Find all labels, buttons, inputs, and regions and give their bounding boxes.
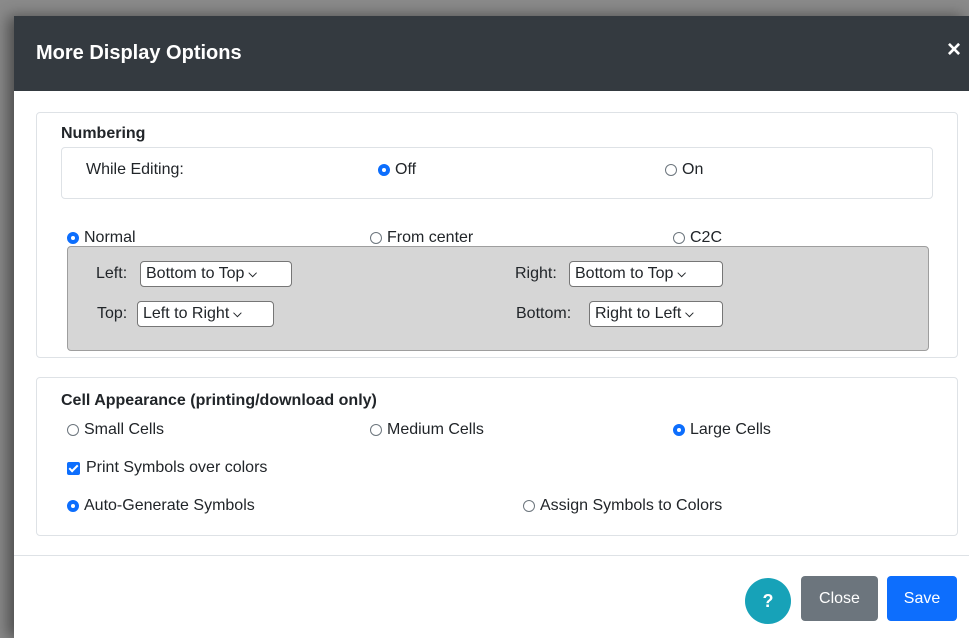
- dialog-header: More Display Options ×: [14, 16, 969, 91]
- right-direction-label: Right:: [515, 265, 557, 282]
- chevron-down-icon: ⌵: [233, 307, 242, 320]
- chevron-down-icon: ⌵: [685, 307, 694, 320]
- numbering-c2c-radio[interactable]: C2C: [673, 229, 722, 247]
- radio-checked-icon: [67, 232, 79, 244]
- print-symbols-label: Print Symbols over colors: [86, 459, 268, 476]
- radio-unchecked-icon: [370, 232, 382, 244]
- left-direction-value: Bottom to Top: [146, 265, 245, 282]
- bottom-direction-value: Right to Left: [595, 305, 682, 322]
- top-direction-label: Top:: [97, 305, 128, 322]
- right-direction-select[interactable]: Bottom to Top ⌵: [569, 261, 723, 287]
- checkbox-checked-icon: [67, 461, 80, 475]
- large-cells-label: Large Cells: [690, 421, 771, 438]
- while-editing-on-radio[interactable]: On: [665, 161, 703, 179]
- auto-generate-symbols-radio[interactable]: Auto-Generate Symbols: [67, 497, 255, 515]
- left-direction-select[interactable]: Bottom to Top ⌵: [140, 261, 292, 287]
- radio-unchecked-icon: [673, 232, 685, 244]
- left-direction-label: Left:: [96, 265, 128, 282]
- dialog-title: More Display Options: [36, 42, 242, 64]
- while-editing-off-radio[interactable]: Off: [378, 161, 416, 179]
- more-display-options-dialog: More Display Options × Numbering While E…: [14, 16, 969, 638]
- numbering-from-center-label: From center: [387, 229, 474, 246]
- numbering-normal-radio[interactable]: Normal: [67, 229, 136, 247]
- numbering-c2c-label: C2C: [690, 229, 723, 246]
- auto-generate-symbols-label: Auto-Generate Symbols: [84, 497, 255, 514]
- help-button[interactable]: ?: [745, 578, 791, 624]
- while-editing-off-label: Off: [395, 161, 417, 178]
- while-editing-group: While Editing: Off On: [61, 147, 933, 199]
- radio-unchecked-icon: [370, 424, 382, 436]
- right-direction-value: Bottom to Top: [575, 265, 674, 282]
- assign-symbols-label: Assign Symbols to Colors: [540, 497, 723, 514]
- top-direction-select[interactable]: Left to Right ⌵: [137, 301, 274, 327]
- close-button[interactable]: Close: [801, 576, 878, 621]
- save-button[interactable]: Save: [887, 576, 957, 621]
- numbering-normal-label: Normal: [84, 229, 136, 246]
- direction-settings-panel: Left: Bottom to Top ⌵ Right: Bottom to T…: [67, 246, 929, 351]
- chevron-down-icon: ⌵: [248, 267, 257, 280]
- bottom-direction-select[interactable]: Right to Left ⌵: [589, 301, 723, 327]
- small-cells-radio[interactable]: Small Cells: [67, 421, 164, 439]
- bottom-direction-label: Bottom:: [516, 305, 572, 322]
- radio-unchecked-icon: [67, 424, 79, 436]
- radio-checked-icon: [673, 424, 685, 436]
- close-icon[interactable]: ×: [947, 38, 961, 62]
- cell-appearance-section: Cell Appearance (printing/download only)…: [36, 377, 958, 536]
- footer-divider: [14, 555, 969, 556]
- radio-unchecked-icon: [665, 164, 677, 176]
- radio-unchecked-icon: [523, 500, 535, 512]
- large-cells-radio[interactable]: Large Cells: [673, 421, 771, 439]
- numbering-section: Numbering While Editing: Off On Normal F…: [36, 112, 958, 358]
- top-direction-value: Left to Right: [143, 305, 230, 322]
- small-cells-label: Small Cells: [84, 421, 165, 438]
- radio-checked-icon: [67, 500, 79, 512]
- print-symbols-checkbox[interactable]: Print Symbols over colors: [67, 459, 267, 477]
- medium-cells-label: Medium Cells: [387, 421, 484, 438]
- numbering-title: Numbering: [61, 125, 146, 142]
- numbering-from-center-radio[interactable]: From center: [370, 229, 473, 247]
- radio-checked-icon: [378, 164, 390, 176]
- while-editing-label: While Editing:: [86, 161, 184, 178]
- cell-appearance-title: Cell Appearance (printing/download only): [61, 392, 377, 409]
- while-editing-on-label: On: [682, 161, 704, 178]
- chevron-down-icon: ⌵: [677, 267, 686, 280]
- assign-symbols-radio[interactable]: Assign Symbols to Colors: [523, 497, 722, 515]
- medium-cells-radio[interactable]: Medium Cells: [370, 421, 484, 439]
